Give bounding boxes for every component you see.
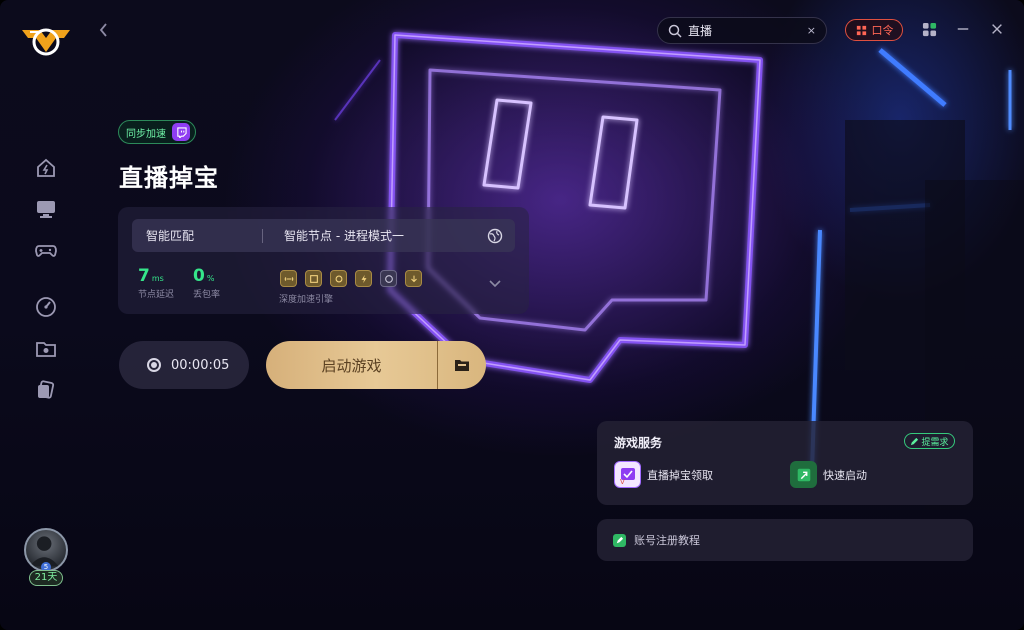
- loss-value: 0: [193, 266, 205, 286]
- screen-engine-icon[interactable]: [305, 270, 322, 287]
- latency-stat: 7 ms 节点延迟: [138, 266, 174, 300]
- promo-code-label: 口令: [871, 24, 894, 37]
- globe-icon[interactable]: [487, 228, 503, 244]
- back-button[interactable]: [96, 20, 112, 40]
- packet-loss-stat: 0% 丢包率: [193, 266, 220, 300]
- close-button[interactable]: [988, 20, 1006, 38]
- chevron-left-icon: [99, 23, 107, 37]
- twitch-icon: [172, 123, 190, 141]
- sidebar-item-home[interactable]: [34, 156, 58, 180]
- speedometer-icon: [36, 297, 56, 317]
- latency-value: 7: [138, 266, 150, 286]
- clear-search-button[interactable]: ×: [807, 24, 816, 37]
- svg-text:V: V: [620, 478, 625, 485]
- open-folder-button[interactable]: [438, 341, 486, 389]
- smart-match-option[interactable]: 智能匹配: [146, 227, 262, 244]
- deep-engine-label: 深度加速引擎: [279, 295, 334, 305]
- app-window: 5 21天 直播 × 口令 同步加速 直播掉宝 智能匹配 智能节点 - 进程模式…: [0, 0, 1024, 630]
- timer-value: 00:00:05: [171, 357, 230, 373]
- promo-code-button[interactable]: 口令: [845, 19, 903, 41]
- loss-label: 丢包率: [193, 290, 221, 300]
- search-icon: [668, 24, 682, 38]
- game-title: 直播掉宝: [119, 164, 219, 192]
- pencil-icon: [911, 437, 919, 445]
- engine-features: [280, 270, 422, 287]
- service-twitch-drops[interactable]: V 直播掉宝领取: [614, 461, 713, 488]
- user-avatar[interactable]: 5 21天: [22, 528, 70, 590]
- stop-record-icon: [147, 358, 161, 372]
- launch-game-group: 启动游戏: [266, 341, 486, 389]
- sidebar-item-speedtest[interactable]: [34, 295, 58, 319]
- gamepad-icon: [35, 245, 57, 257]
- quick-launch-icon: [790, 461, 817, 488]
- sync-accelerate-tag[interactable]: 同步加速: [118, 120, 196, 144]
- account-tutorial-link[interactable]: 账号注册教程: [597, 519, 973, 561]
- submit-request-button[interactable]: 提需求: [904, 433, 955, 449]
- close-icon: [992, 24, 1002, 34]
- latency-unit: ms: [151, 274, 164, 283]
- monitor-icon: [37, 201, 55, 218]
- vip-days-badge: 21天: [29, 570, 63, 586]
- launch-game-button[interactable]: 启动游戏: [266, 341, 437, 389]
- minimize-icon: [957, 28, 969, 30]
- service-quick-launch[interactable]: 快速启动: [790, 461, 867, 488]
- folder-icon: [36, 342, 56, 357]
- acceleration-timer[interactable]: 00:00:05: [119, 341, 249, 389]
- search-box[interactable]: 直播 ×: [657, 17, 827, 44]
- download-engine-icon[interactable]: [405, 270, 422, 287]
- chevron-down-icon[interactable]: [488, 279, 502, 289]
- cards-icon: [38, 380, 55, 399]
- game-services-title: 游戏服务: [614, 436, 663, 450]
- game-services-card: 游戏服务 提需求 V 直播掉宝领取 快速启动: [597, 421, 973, 505]
- link-engine-icon[interactable]: [280, 270, 297, 287]
- home-icon: [37, 158, 55, 177]
- apps-menu-button[interactable]: [920, 20, 938, 38]
- sync-engine-icon[interactable]: [380, 270, 397, 287]
- sidebar-item-games[interactable]: [34, 238, 58, 262]
- divider: [262, 228, 263, 243]
- account-tutorial-label: 账号注册教程: [634, 534, 700, 547]
- latency-label: 节点延迟: [138, 290, 175, 300]
- app-logo-icon[interactable]: [20, 18, 72, 64]
- loss-unit: %: [206, 274, 215, 283]
- sidebar-item-folder[interactable]: [34, 337, 58, 361]
- sidebar-item-cards[interactable]: [34, 378, 58, 402]
- service-label: 直播掉宝领取: [647, 468, 713, 482]
- minimize-button[interactable]: [954, 20, 972, 38]
- route-engine-icon[interactable]: [330, 270, 347, 287]
- folder-open-icon: [455, 360, 469, 371]
- sidebar-item-monitor[interactable]: [34, 197, 58, 221]
- sync-accelerate-label: 同步加速: [126, 128, 166, 140]
- smart-node-option[interactable]: 智能节点 - 进程模式一: [284, 227, 487, 244]
- service-label: 快速启动: [823, 468, 867, 482]
- search-input[interactable]: 直播: [688, 22, 807, 39]
- twitch-drops-icon: V: [614, 461, 641, 488]
- submit-request-label: 提需求: [921, 437, 949, 448]
- edit-icon: [613, 533, 626, 547]
- node-selector: 智能匹配 智能节点 - 进程模式一: [132, 219, 515, 252]
- boost-engine-icon[interactable]: [355, 270, 372, 287]
- chain-knot-icon: [856, 25, 866, 35]
- grid-icon: [922, 22, 936, 36]
